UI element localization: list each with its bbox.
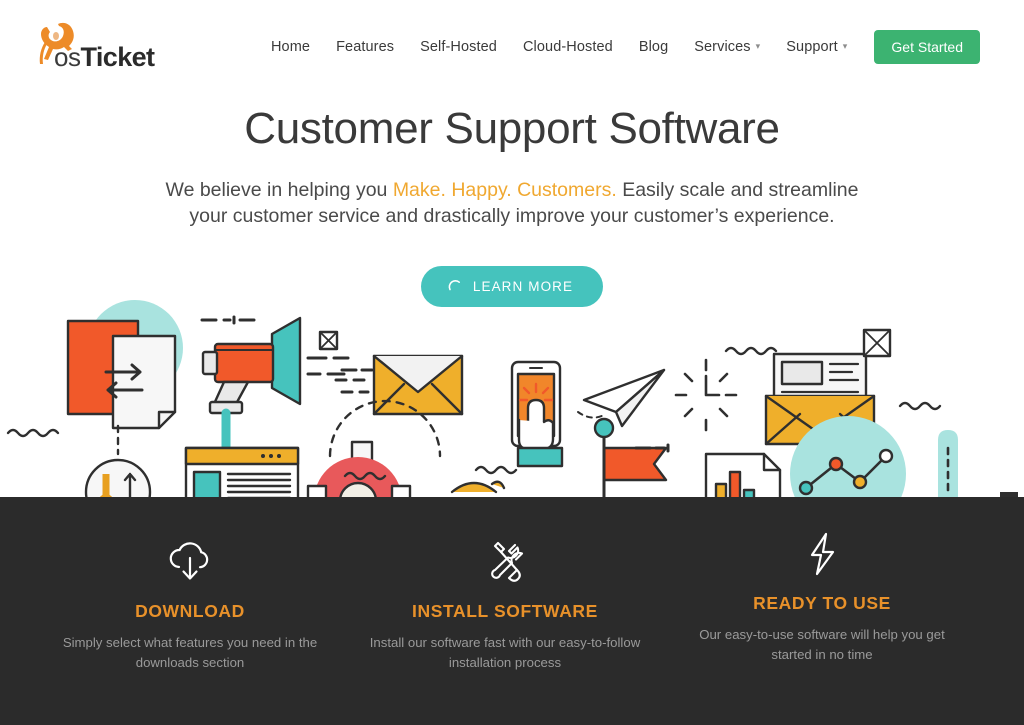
logo-text-ticket: Ticket	[80, 42, 155, 72]
get-started-button[interactable]: Get Started	[874, 30, 980, 64]
cloud-download-icon	[30, 539, 350, 585]
osticket-logo[interactable]: osTicket	[28, 18, 178, 74]
feature-title: READY TO USE	[753, 593, 891, 613]
chevron-down-icon: ▾	[755, 41, 761, 51]
nav-item-self-hosted[interactable]: Self-Hosted	[407, 33, 510, 61]
chevron-down-icon: ▾	[842, 41, 848, 51]
feature-install-software: INSTALL SOFTWARE Install our software fa…	[345, 539, 665, 674]
logo-text-os: os	[54, 42, 81, 72]
nav-item-features[interactable]: Features	[323, 33, 407, 61]
hero-section: Customer Support Software We believe in …	[0, 92, 1024, 307]
lightning-bolt-icon	[662, 531, 982, 577]
landing-page: osTicket Home Features Self-Hosted Cloud…	[0, 0, 1024, 725]
nav-item-support[interactable]: Support ▾	[773, 33, 860, 61]
feature-description: Simply select what features you need in …	[62, 635, 318, 671]
feature-description: Our easy-to-use software will help you g…	[699, 627, 945, 663]
feature-ready-to-use: READY TO USE Our easy-to-use software wi…	[662, 531, 982, 666]
hero-sub-highlight: Make. Happy. Customers.	[392, 179, 617, 201]
learn-more-label: LEARN MORE	[472, 278, 574, 294]
nav-item-services[interactable]: Services ▾	[681, 33, 773, 61]
hero-subtitle: We believe in helping you Make. Happy. C…	[0, 178, 1024, 230]
site-header: osTicket Home Features Self-Hosted Cloud…	[0, 0, 1024, 92]
hero-sub-after: Easily scale and streamline	[616, 179, 859, 201]
wrench-screwdriver-icon	[345, 539, 665, 585]
nav-item-home[interactable]: Home	[258, 33, 323, 61]
feature-title: INSTALL SOFTWARE	[412, 601, 598, 621]
feature-title: DOWNLOAD	[135, 601, 245, 621]
spinner-arc-icon	[448, 279, 460, 291]
feature-download: DOWNLOAD Simply select what features you…	[30, 539, 350, 674]
nav-item-cloud-hosted[interactable]: Cloud-Hosted	[510, 33, 626, 61]
hero-sub-line2: your customer service and drastically im…	[189, 204, 835, 227]
page-title: Customer Support Software	[244, 104, 780, 153]
feature-description: Install our software fast with our easy-…	[369, 635, 641, 671]
hero-illustration	[0, 296, 1024, 497]
hero-sub-before: We believe in helping you	[165, 179, 393, 201]
features-section: DOWNLOAD Simply select what features you…	[0, 497, 1024, 725]
nav-item-blog[interactable]: Blog	[626, 33, 681, 61]
main-navigation: Home Features Self-Hosted Cloud-Hosted B…	[258, 30, 980, 64]
